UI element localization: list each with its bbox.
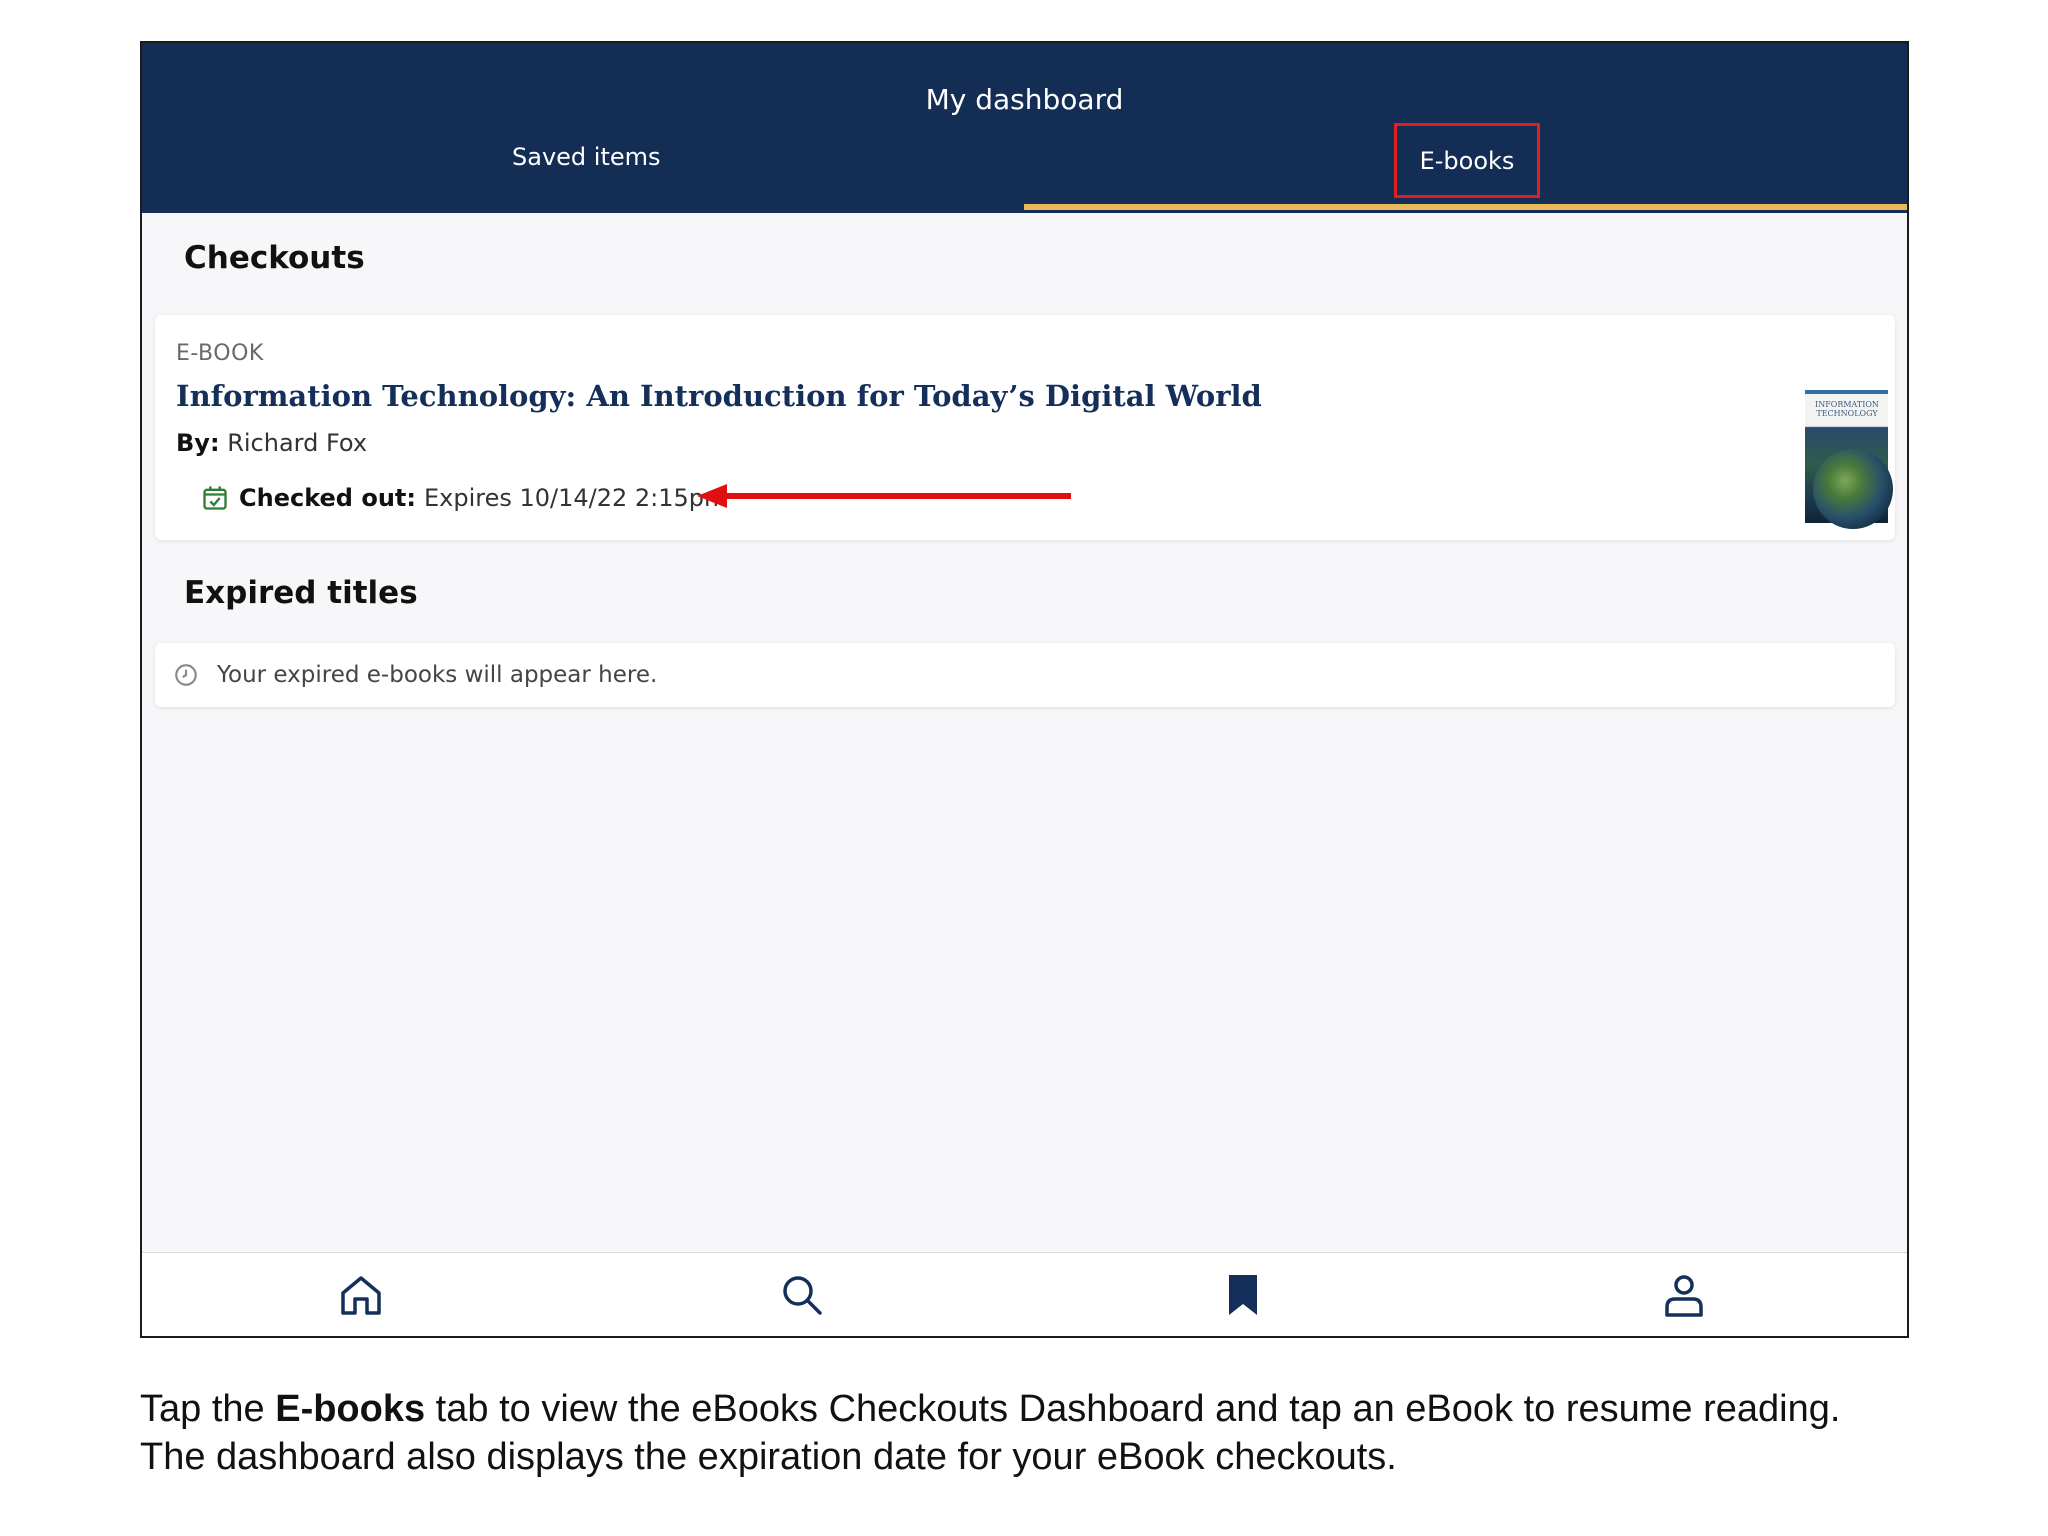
clock-icon bbox=[175, 664, 197, 686]
search-icon[interactable] bbox=[778, 1271, 826, 1319]
expired-empty-message: Your expired e-books will appear here. bbox=[217, 662, 658, 688]
instruction-caption: Tap the E-books tab to view the eBooks C… bbox=[140, 1385, 2020, 1481]
page-title: My dashboard bbox=[925, 83, 1124, 116]
caption-bold-ebooks: E-books bbox=[275, 1388, 426, 1430]
tab-ebooks[interactable]: E-books bbox=[1394, 123, 1540, 198]
caption-line-1: Tap the E-books tab to view the eBooks C… bbox=[140, 1385, 2020, 1433]
bottom-nav bbox=[142, 1252, 1907, 1336]
checkouts-heading: Checkouts bbox=[184, 240, 365, 276]
tab-saved-items[interactable]: Saved items bbox=[512, 143, 661, 171]
annotation-arrow bbox=[697, 484, 1071, 508]
book-cover[interactable]: INFORMATION TECHNOLOGY bbox=[1805, 390, 1893, 529]
by-label: By: bbox=[176, 429, 220, 457]
tab-ebooks-label: E-books bbox=[1419, 146, 1515, 175]
checkout-status: Checked out: Expires 10/14/22 2:15pm bbox=[201, 484, 727, 512]
home-icon[interactable] bbox=[337, 1271, 385, 1319]
header: My dashboard Saved items E-books bbox=[142, 43, 1907, 213]
expired-heading: Expired titles bbox=[184, 575, 418, 611]
cover-globe-image bbox=[1813, 449, 1893, 529]
item-type-label: E-BOOK bbox=[176, 341, 264, 366]
bookmark-icon[interactable] bbox=[1219, 1271, 1267, 1319]
author-name: Richard Fox bbox=[227, 429, 368, 457]
cover-title-text: INFORMATION TECHNOLOGY bbox=[1815, 400, 1879, 418]
app-screen: My dashboard Saved items E-books Checkou… bbox=[140, 41, 1909, 1338]
caption-text-2: tab to view the eBooks Checkouts Dashboa… bbox=[425, 1388, 1841, 1430]
book-title[interactable]: Information Technology: An Introduction … bbox=[176, 379, 1262, 413]
caption-line-2: The dashboard also displays the expirati… bbox=[140, 1436, 1397, 1478]
caption-text-1: Tap the bbox=[140, 1388, 276, 1430]
profile-icon[interactable] bbox=[1660, 1271, 1708, 1319]
active-tab-indicator bbox=[1024, 204, 1907, 210]
author-line: By: Richard Fox bbox=[176, 429, 367, 457]
calendar-check-icon bbox=[203, 486, 227, 510]
checkout-card[interactable]: E-BOOK Information Technology: An Introd… bbox=[155, 315, 1895, 540]
expired-empty-card: Your expired e-books will appear here. bbox=[155, 643, 1895, 707]
status-value: Expires 10/14/22 2:15pm bbox=[423, 484, 728, 512]
status-label: Checked out: bbox=[239, 484, 416, 512]
